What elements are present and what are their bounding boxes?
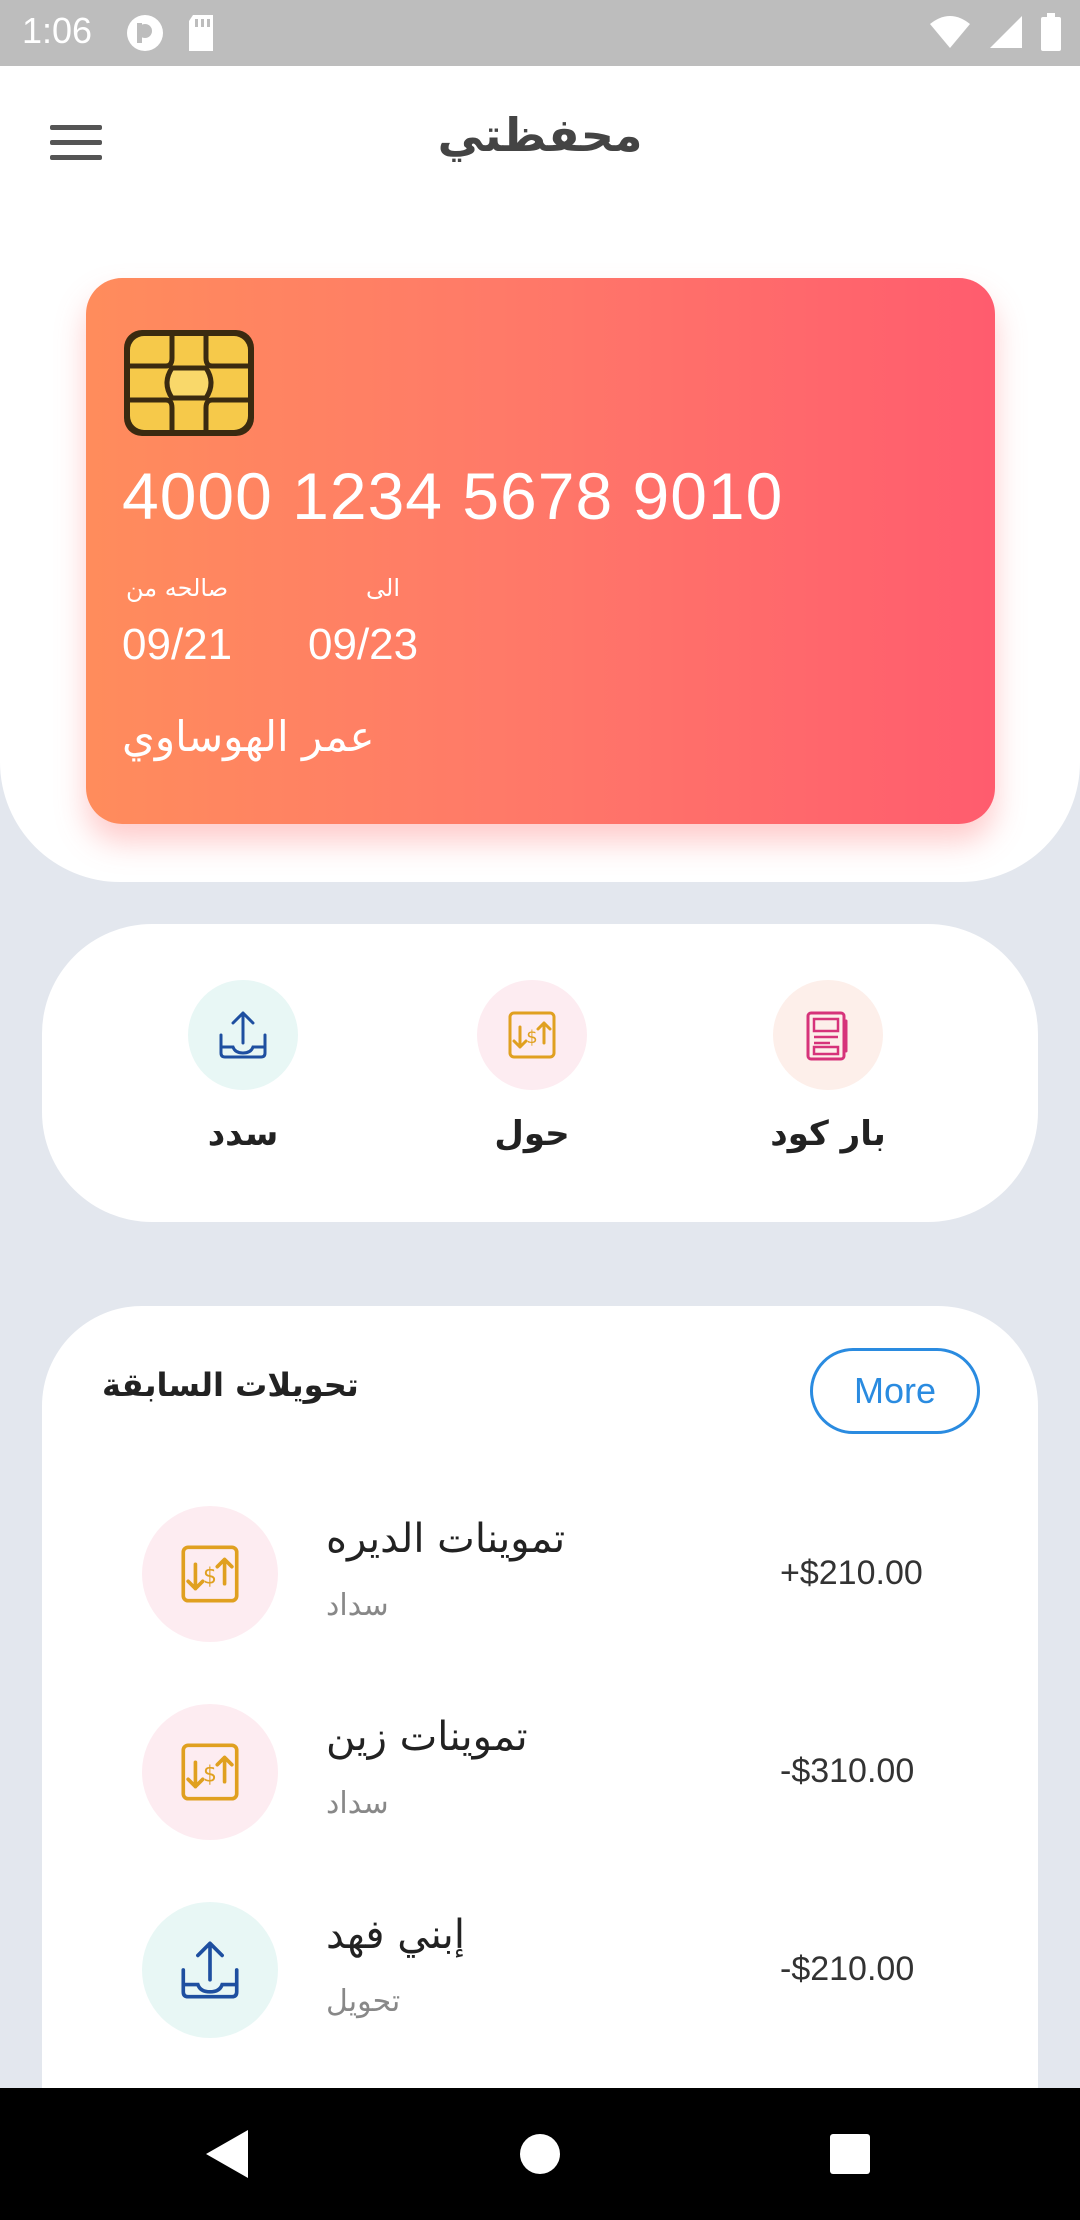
barcode-receipt-icon <box>806 1011 848 1061</box>
barcode-icon-circle <box>773 980 883 1090</box>
svg-text:$: $ <box>526 1027 537 1048</box>
battery-icon <box>1041 13 1061 51</box>
transaction-icon-circle <box>142 1902 278 2038</box>
transfer-icon-circle: $ <box>477 980 587 1090</box>
transaction-title: تموينات الديره <box>326 1516 566 1562</box>
transaction-row[interactable]: إبني فهد تحويل -$210.00 <box>42 1902 1038 2042</box>
transaction-title: إبني فهد <box>326 1912 465 1958</box>
notification-app-icon <box>127 15 163 51</box>
money-transfer-icon: $ <box>181 1743 239 1801</box>
barcode-action-label: بار كود <box>770 1114 886 1154</box>
history-title: تحويلات السابقة <box>102 1366 359 1404</box>
status-time: 1:06 <box>22 10 93 51</box>
transfer-action-label: حول <box>494 1114 570 1154</box>
actions-panel: سدد $ حول بار كود <box>42 924 1038 1222</box>
valid-from-date: 09/21 <box>122 620 233 669</box>
transaction-subtitle: سداد <box>326 1588 389 1623</box>
wifi-icon <box>930 16 970 48</box>
transaction-subtitle: تحويل <box>326 1984 401 2019</box>
page-title: محفظتي <box>437 108 643 162</box>
svg-text:$: $ <box>203 1763 217 1788</box>
recents-icon[interactable] <box>828 2128 872 2180</box>
card-holder-name: عمر الهوساوي <box>122 712 375 761</box>
transaction-icon-circle: $ <box>142 1506 278 1642</box>
sd-card-icon <box>189 15 213 51</box>
home-icon[interactable] <box>518 2128 562 2180</box>
money-transfer-icon: $ <box>181 1545 239 1603</box>
status-bar: 1:06 <box>0 0 1080 66</box>
credit-card[interactable]: 4000 1234 5678 9010 صالحه من الى 09/21 0… <box>86 278 995 824</box>
pay-action-label: سدد <box>207 1114 279 1154</box>
valid-to-label: الى <box>366 574 400 602</box>
transaction-amount: -$210.00 <box>780 1950 915 1988</box>
transaction-row[interactable]: $ تموينات الديره سداد +$210.00 <box>42 1506 1038 1646</box>
pay-action-button[interactable]: سدد <box>143 980 343 1154</box>
status-left-icons <box>125 13 217 53</box>
history-panel: تحويلات السابقة More $ تموينات الديره سد… <box>42 1306 1038 2166</box>
upload-tray-icon <box>181 1941 239 1999</box>
transaction-subtitle: سداد <box>326 1786 389 1821</box>
pay-icon-circle <box>188 980 298 1090</box>
more-button[interactable]: More <box>810 1348 980 1434</box>
valid-from-label: صالحه من <box>126 574 229 602</box>
card-number: 4000 1234 5678 9010 <box>122 459 784 533</box>
money-transfer-icon: $ <box>508 1011 556 1059</box>
transaction-title: تموينات زين <box>326 1714 528 1760</box>
transaction-amount: -$310.00 <box>780 1752 915 1790</box>
back-icon[interactable] <box>204 2128 250 2180</box>
upload-tray-icon <box>219 1011 267 1059</box>
barcode-action-button[interactable]: بار كود <box>728 980 928 1154</box>
transfer-action-button[interactable]: $ حول <box>432 980 632 1154</box>
card-chip-icon <box>124 330 254 436</box>
navigation-bar <box>0 2088 1080 2220</box>
svg-text:$: $ <box>203 1565 217 1590</box>
valid-to-date: 09/23 <box>308 620 419 669</box>
transaction-row[interactable]: $ تموينات زين سداد -$310.00 <box>42 1704 1038 1844</box>
transaction-icon-circle: $ <box>142 1704 278 1840</box>
status-right-icons <box>928 13 1062 51</box>
transaction-amount: +$210.00 <box>780 1554 923 1592</box>
signal-icon <box>990 16 1022 48</box>
